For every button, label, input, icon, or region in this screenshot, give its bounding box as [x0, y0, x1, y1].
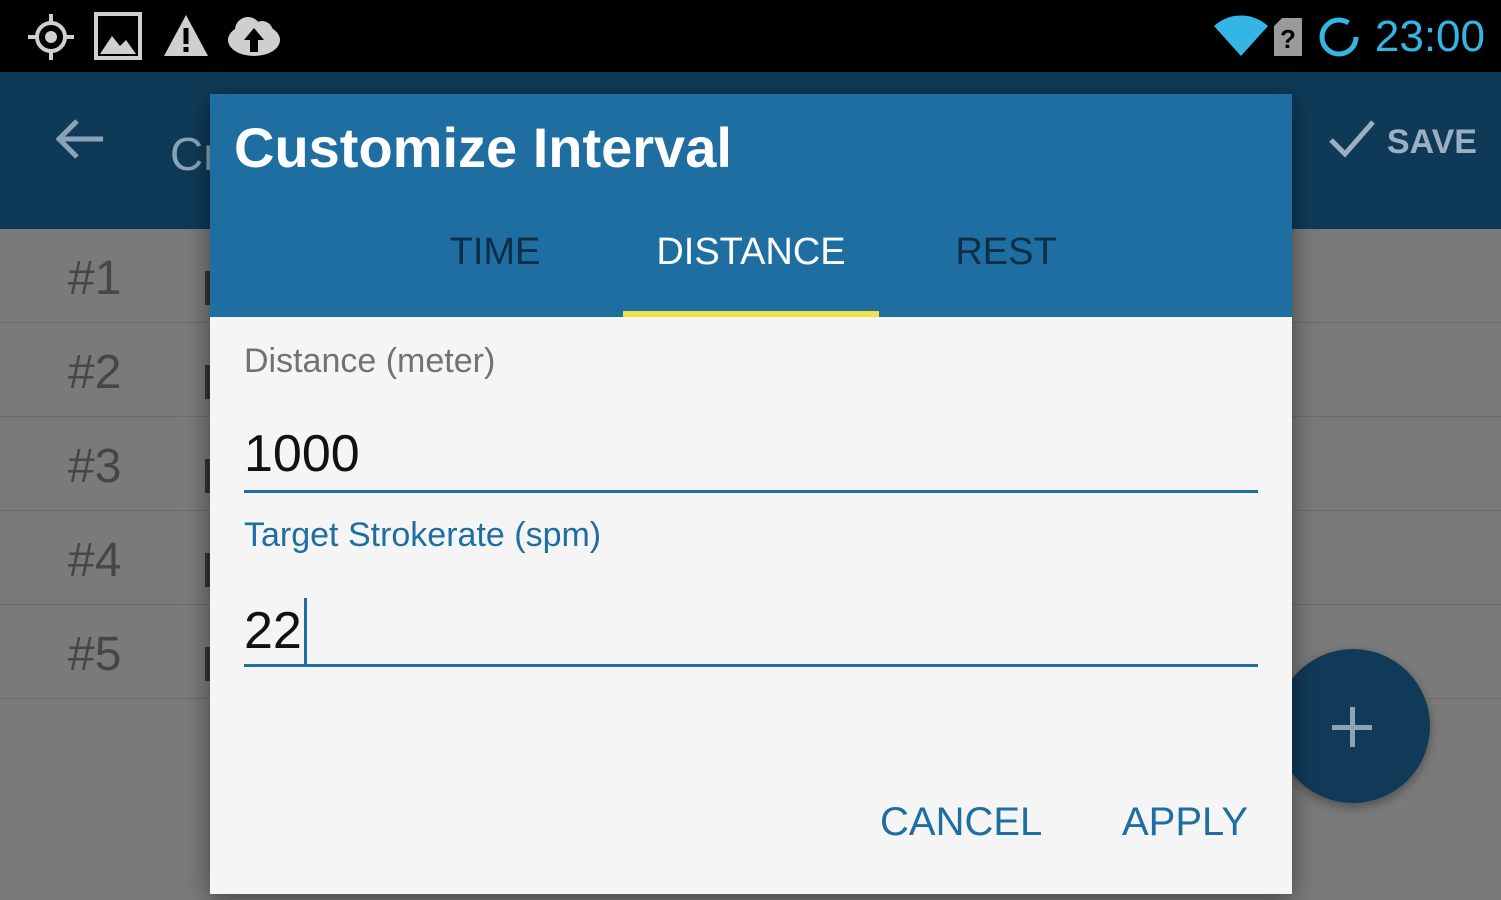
cloud-upload-icon — [226, 12, 282, 65]
status-clock: 23:00 — [1374, 12, 1485, 61]
apply-button[interactable]: APPLY — [1122, 798, 1248, 846]
status-bar: ? 23:00 — [0, 0, 1501, 72]
selected-tab-indicator — [623, 311, 879, 317]
strokerate-value: 22 — [244, 602, 302, 660]
distance-field-label: Distance (meter) — [244, 342, 496, 380]
distance-value: 1000 — [244, 425, 360, 483]
sim-unknown-icon: ? — [1272, 16, 1304, 63]
interval-number: #2 — [68, 346, 122, 399]
text-cursor — [303, 598, 307, 664]
image-icon — [94, 12, 142, 65]
strokerate-field-label: Target Strokerate (spm) — [244, 516, 602, 554]
dialog-header: Customize Interval TIME DISTANCE REST — [210, 94, 1292, 317]
strokerate-input[interactable]: 22 — [244, 598, 307, 664]
tab-rest[interactable]: REST — [944, 228, 1068, 276]
warning-icon — [162, 12, 210, 65]
strokerate-input-underline — [244, 664, 1258, 667]
interval-number: #1 — [68, 252, 122, 305]
interval-number: #5 — [68, 628, 122, 681]
plus-icon — [1330, 705, 1374, 754]
distance-input-underline — [244, 490, 1258, 493]
svg-text:?: ? — [1280, 24, 1296, 54]
interval-number: #4 — [68, 534, 122, 587]
tab-distance[interactable]: DISTANCE — [623, 228, 879, 276]
save-label: SAVE — [1386, 122, 1477, 161]
cancel-button[interactable]: CANCEL — [880, 798, 1042, 846]
distance-input[interactable]: 1000 — [244, 424, 360, 484]
sync-circle-icon — [1316, 14, 1362, 65]
location-icon — [26, 12, 76, 67]
tab-time[interactable]: TIME — [430, 228, 560, 276]
back-arrow-icon[interactable] — [55, 117, 105, 166]
add-interval-button[interactable] — [1276, 649, 1430, 803]
customize-interval-dialog: Customize Interval TIME DISTANCE REST Di… — [210, 94, 1292, 894]
interval-number: #3 — [68, 440, 122, 493]
save-button[interactable]: SAVE — [1327, 118, 1477, 165]
dialog-title: Customize Interval — [234, 116, 732, 179]
wifi-icon — [1212, 14, 1270, 63]
check-icon — [1327, 118, 1377, 165]
